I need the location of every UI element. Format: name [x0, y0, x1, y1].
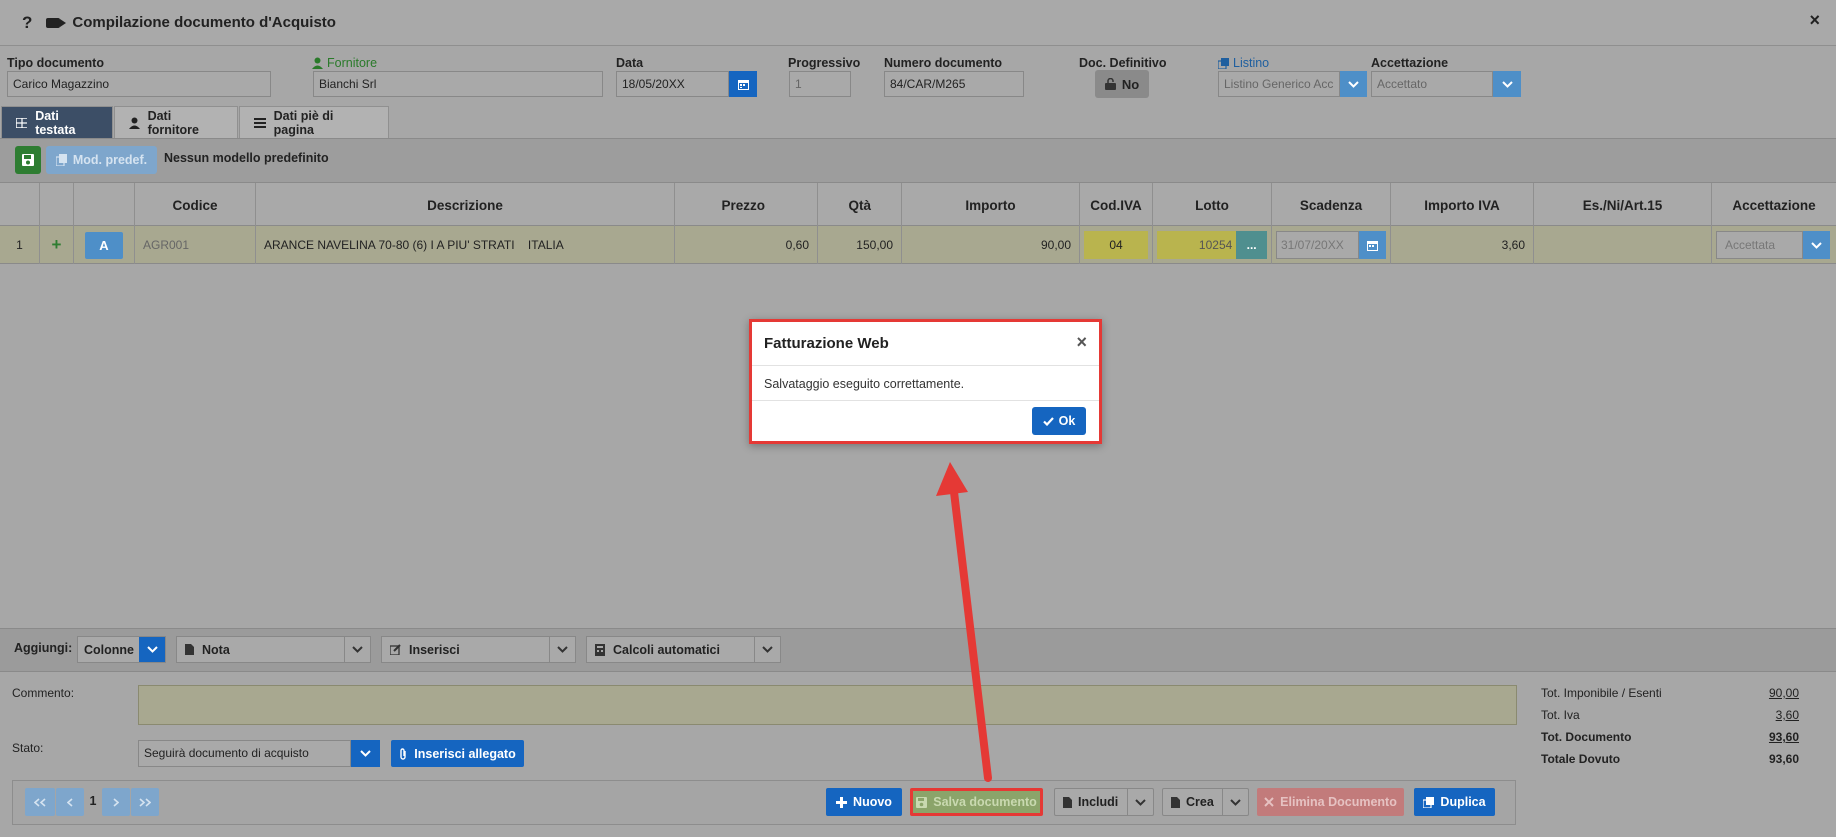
ok-label: Ok — [1058, 414, 1076, 428]
document-window: ? Compilazione documento d'Acquisto × Ti… — [0, 0, 1836, 837]
close-icon[interactable]: × — [1076, 332, 1087, 353]
dialog-header: Fatturazione Web × — [752, 322, 1099, 366]
dialog-title: Fatturazione Web — [764, 335, 889, 352]
check-icon — [1042, 416, 1054, 426]
save-confirmation-dialog: Fatturazione Web × Salvataggio eseguito … — [749, 319, 1102, 444]
ok-button[interactable]: Ok — [1032, 407, 1086, 435]
dialog-message: Salvataggio eseguito correttamente. — [764, 377, 965, 391]
